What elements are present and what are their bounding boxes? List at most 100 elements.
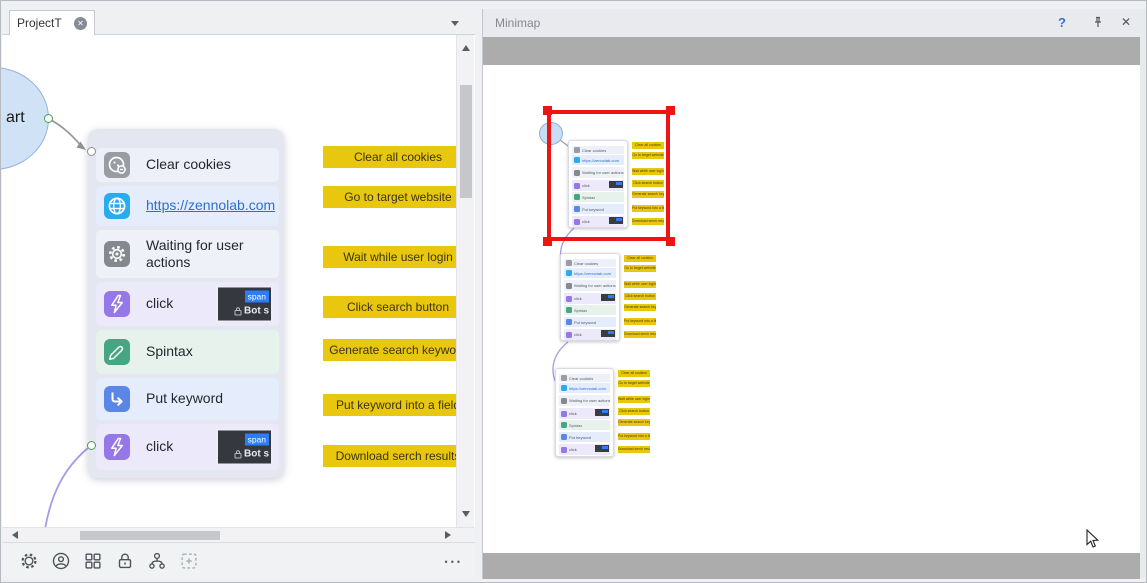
minimap-viewport-rect[interactable] [547, 110, 670, 241]
mouse-cursor [1086, 529, 1100, 550]
ellipsis-icon[interactable]: ••• [445, 557, 463, 567]
minimap-thumbnail-chip [602, 410, 608, 413]
action-label: Waiting for user actions [146, 237, 266, 272]
group-input-port[interactable] [87, 147, 96, 156]
start-output-port[interactable] [44, 114, 53, 123]
minimap-thumbnail [601, 294, 615, 301]
pencil-icon [561, 422, 567, 428]
scroll-right-arrow[interactable] [445, 531, 455, 539]
action-row-spintax[interactable]: Spintax [96, 330, 279, 374]
scroll-left-arrow[interactable] [8, 531, 18, 539]
lightning-icon [566, 296, 572, 302]
minimap-action-row: Waiting for user actions [559, 395, 610, 406]
minimap-thumbnail-chip [608, 295, 614, 298]
comment-note[interactable]: Wait while user login [323, 246, 473, 268]
action-row-clear-cookies[interactable]: Clear cookies [96, 148, 279, 182]
add-region-icon[interactable] [178, 550, 200, 572]
minimap-thumbnail [595, 409, 609, 416]
lightning-icon [566, 332, 572, 338]
arrow-down-right-icon [561, 434, 567, 440]
span-tag-badge: span [245, 291, 269, 303]
span-tag-badge: span [245, 434, 269, 446]
minimap-action-row: click [559, 444, 610, 455]
canvas-toolbar: ••• [2, 542, 475, 578]
action-label: Clear cookies [146, 156, 231, 174]
globe-icon [561, 385, 567, 391]
comment-note[interactable]: Download serch results [323, 445, 473, 467]
thumbnail-caption: Bot s [234, 306, 269, 317]
close-icon[interactable]: ✕ [74, 17, 87, 30]
project-tab-bar: ProjectT ✕ [2, 9, 475, 35]
minimap-action-label: Spintax [574, 308, 587, 313]
user-icon[interactable] [50, 550, 72, 572]
vertical-scrollbar-thumb[interactable] [460, 85, 472, 198]
minimap-action-label: click [569, 411, 577, 416]
action-row-click-1[interactable]: click span Bot s [96, 282, 279, 326]
scroll-up-arrow[interactable] [462, 41, 470, 51]
minimap-comment: Put keyword into a field [618, 433, 650, 440]
globe-icon [104, 193, 130, 219]
minimap-comment: Generate search keyword [618, 419, 650, 426]
minimap-comment: Go to target website [624, 265, 656, 272]
pencil-icon [566, 307, 572, 313]
lock-icon [234, 307, 242, 316]
minimap-action-row: Put keyword [559, 432, 610, 442]
comment-note[interactable]: Generate search keyword [323, 339, 473, 361]
minimap-action-row: click [564, 293, 616, 304]
minimap-action-row: https://zennolab.com [564, 268, 616, 278]
minimap-action-row: Spintax [559, 420, 610, 430]
gear-icon[interactable] [18, 550, 40, 572]
tab-title: ProjectT [17, 16, 74, 30]
minimap-comment: Generate search keyword [624, 304, 656, 311]
pencil-icon [104, 339, 130, 365]
gear-icon [104, 241, 130, 267]
action-row-goto-url[interactable]: https://zennolab.com [96, 186, 279, 226]
vertical-scrollbar[interactable] [456, 35, 474, 527]
minimap-comment: Clear all cookies [624, 255, 656, 262]
viewport-handle[interactable] [543, 106, 552, 115]
horizontal-scrollbar-thumb[interactable] [80, 531, 220, 540]
action-row-waiting-user[interactable]: Waiting for user actions [96, 230, 279, 278]
minimap-action-label: Spintax [569, 423, 582, 428]
horizontal-scrollbar[interactable] [2, 527, 474, 542]
action-row-click-2[interactable]: click span Bot s [96, 424, 279, 470]
minimap-comment: Click search button [624, 293, 656, 300]
minimap-action-row: click [559, 408, 610, 419]
comment-note[interactable]: Put keyword into a field [323, 394, 473, 416]
arrow-down-right-icon [566, 319, 572, 325]
grid-icon[interactable] [82, 550, 104, 572]
minimap-thumbnail-chip [602, 446, 608, 449]
chevron-down-icon[interactable] [451, 21, 459, 30]
lock-icon [234, 450, 242, 459]
minimap-thumbnail-chip [608, 331, 614, 334]
minimap-action-label: Put keyword [574, 320, 596, 325]
minimap-action-label: Waiting for user actions [569, 398, 610, 403]
minimap-action-row: click [564, 329, 616, 340]
minimap-action-row: Put keyword [564, 317, 616, 327]
viewport-handle[interactable] [543, 237, 552, 246]
action-url-link[interactable]: https://zennolab.com [146, 197, 275, 215]
minimap-action-label: Put keyword [569, 435, 591, 440]
scroll-down-arrow[interactable] [462, 511, 470, 521]
tab-projectt[interactable]: ProjectT ✕ [9, 10, 95, 35]
viewport-handle[interactable] [666, 106, 675, 115]
element-screenshot-thumbnail: span Bot s [216, 429, 273, 466]
minimap-comment: Wait while user login [618, 396, 650, 403]
gear-icon [566, 283, 572, 289]
lock-icon[interactable] [114, 550, 136, 572]
group-output-port[interactable] [87, 441, 96, 450]
action-label: Spintax [146, 343, 193, 361]
hierarchy-icon[interactable] [146, 550, 168, 572]
minimap-canvas[interactable]: Clear cookieshttps://zennolab.comWaiting… [483, 9, 1147, 579]
lightning-icon [561, 411, 567, 417]
comment-note[interactable]: Go to target website [323, 186, 473, 208]
comment-note[interactable]: Clear all cookies [323, 146, 473, 168]
minimap-action-label: Waiting for user actions [574, 283, 616, 288]
gear-icon [561, 398, 567, 404]
minimap-comment: Wait while user login [624, 281, 656, 288]
lightning-icon [561, 447, 567, 453]
action-row-put-keyword[interactable]: Put keyword [96, 378, 279, 420]
viewport-handle[interactable] [666, 237, 675, 246]
lightning-icon [104, 291, 130, 317]
comment-note[interactable]: Click search button [323, 296, 473, 318]
